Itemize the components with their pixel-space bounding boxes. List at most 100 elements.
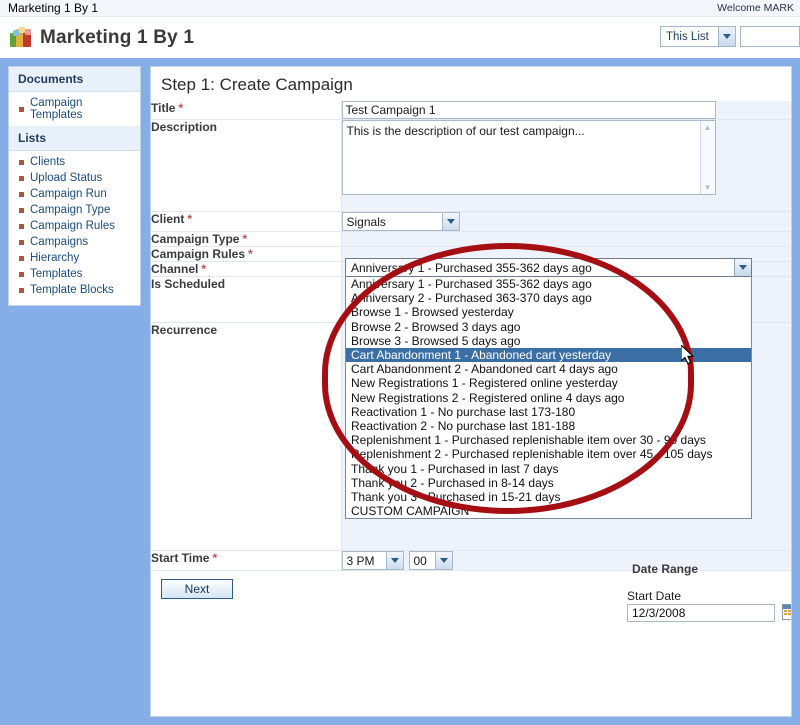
sidebar-item-hierarchy[interactable]: Hierarchy xyxy=(9,250,140,266)
dropdown-option[interactable]: Reactivation 1 - No purchase last 173-18… xyxy=(346,405,751,419)
description-label-cell: Description xyxy=(151,119,342,212)
step-title: Step 1: Create Campaign xyxy=(161,75,353,94)
dropdown-option[interactable]: Cart Abandonment 2 - Abandoned cart 4 da… xyxy=(346,362,751,376)
sidebar-item-campaign-templates[interactable]: Campaign Templates xyxy=(9,95,140,123)
bullet-icon xyxy=(19,255,24,261)
chevron-down-icon[interactable] xyxy=(441,213,459,230)
start-time-minute-select[interactable]: 00 xyxy=(408,551,453,570)
search-area: This List xyxy=(660,26,800,47)
sidebar-item-upload-status[interactable]: Upload Status xyxy=(9,170,140,186)
campaign-type-option-list[interactable]: Anniversary 1 - Purchased 355-362 days a… xyxy=(345,277,752,520)
dropdown-option[interactable]: Browse 3 - Browsed 5 days ago xyxy=(346,334,751,348)
client-select-value: Signals xyxy=(346,214,386,229)
sidebar-group-lists: Lists xyxy=(9,126,140,151)
chevron-down-icon[interactable] xyxy=(718,27,735,46)
campaign-type-label: Campaign Type xyxy=(151,232,240,246)
campaign-type-dropdown[interactable]: Anniversary 1 - Purchased 355-362 days a… xyxy=(345,258,752,520)
scroll-up-icon[interactable]: ▲ xyxy=(704,123,712,132)
description-label: Description xyxy=(151,120,218,134)
form-row-description: Description This is the description of o… xyxy=(151,119,791,212)
recurrence-label: Recurrence xyxy=(151,323,218,337)
page-title: Marketing 1 By 1 xyxy=(40,26,195,48)
sidebar-item-label: Campaign Templates xyxy=(30,97,83,121)
sidebar-item-template-blocks[interactable]: Template Blocks xyxy=(9,282,140,298)
start-time-label: Start Time xyxy=(151,551,210,565)
bullet-icon xyxy=(19,191,24,197)
bullet-icon xyxy=(19,207,24,213)
title-input[interactable]: Test Campaign 1 xyxy=(341,101,716,119)
dropdown-option[interactable]: Reactivation 2 - No purchase last 181-18… xyxy=(346,419,751,433)
sidebar-item-label: Hierarchy xyxy=(30,252,80,264)
chevron-down-icon[interactable] xyxy=(385,552,403,569)
dropdown-option[interactable]: Thank you 2 - Purchased in 8-14 days xyxy=(346,476,751,490)
campaign-rules-label-cell: Campaign Rules * xyxy=(151,246,342,262)
sidebar-item-campaign-rules[interactable]: Campaign Rules xyxy=(9,218,140,234)
description-text: This is the description of our test camp… xyxy=(346,124,585,138)
date-range-title: Date Range xyxy=(632,562,699,576)
dropdown-option[interactable]: New Registrations 1 - Registered online … xyxy=(346,376,751,390)
chevron-down-icon[interactable] xyxy=(434,552,452,569)
campaign-type-select[interactable]: Anniversary 1 - Purchased 355-362 days a… xyxy=(345,258,752,277)
calendar-icon[interactable] xyxy=(782,604,791,620)
dropdown-option[interactable]: Browse 2 - Browsed 3 days ago xyxy=(346,320,751,334)
sidebar-group-documents: Documents xyxy=(9,67,140,92)
sidebar-item-clients[interactable]: Clients xyxy=(9,154,140,170)
sidebar-item-templates[interactable]: Templates xyxy=(9,266,140,282)
textarea-scrollbar[interactable]: ▲ ▼ xyxy=(699,121,715,194)
sidebar-item-campaign-run[interactable]: Campaign Run xyxy=(9,186,140,202)
dropdown-option[interactable]: Anniversary 1 - Purchased 355-362 days a… xyxy=(346,277,751,291)
bullet-icon xyxy=(19,159,24,165)
sidebar-item-label: Clients xyxy=(30,156,66,168)
dropdown-option[interactable]: Thank you 3 - Purchased in 15-21 days xyxy=(346,490,751,504)
search-scope-select[interactable]: This List xyxy=(660,26,736,47)
start-time-field-cell: 3 PM 00 xyxy=(341,550,791,571)
sidebar-item-label: Template Blocks xyxy=(30,284,114,296)
sidebar-list-lists: Clients Upload Status Campaign Run Campa… xyxy=(9,151,140,301)
campaign-type-field-cell xyxy=(341,231,791,247)
dropdown-option[interactable]: New Registrations 2 - Registered online … xyxy=(346,391,751,405)
dropdown-option[interactable]: Replenishment 2 - Purchased replenishabl… xyxy=(346,447,751,461)
site-title-band: Marketing 1 By 1 This List xyxy=(0,17,800,58)
chevron-down-icon[interactable] xyxy=(734,259,751,276)
breadcrumb[interactable]: Marketing 1 By 1 xyxy=(8,1,98,15)
bullet-icon xyxy=(19,175,24,181)
is-scheduled-label-cell: Is Scheduled xyxy=(151,276,342,323)
sidebar-item-campaign-type[interactable]: Campaign Type xyxy=(9,202,140,218)
sidebar-item-label: Templates xyxy=(30,268,83,280)
start-time-hour-select[interactable]: 3 PM xyxy=(341,551,404,570)
welcome-user-label: Welcome MARK xyxy=(717,2,794,14)
channel-label: Channel xyxy=(151,262,199,276)
required-marker: * xyxy=(248,247,253,261)
breadcrumb-bar: Marketing 1 By 1 Welcome MARK xyxy=(0,0,800,17)
start-time-minute-value: 00 xyxy=(413,553,427,568)
required-marker: * xyxy=(187,212,193,226)
dropdown-option[interactable]: Thank you 1 - Purchased in last 7 days xyxy=(346,462,751,476)
start-time-label-cell: Start Time * xyxy=(151,550,342,571)
search-scope-value: This List xyxy=(666,30,709,43)
scroll-down-icon[interactable]: ▼ xyxy=(704,183,712,192)
title-field-cell: Test Campaign 1 xyxy=(341,101,791,120)
sidebar-item-campaigns[interactable]: Campaigns xyxy=(9,234,140,250)
sidebar-list-documents: Campaign Templates xyxy=(9,92,140,126)
campaign-rules-label: Campaign Rules xyxy=(151,247,246,261)
dropdown-option[interactable]: Anniversary 2 - Purchased 363-370 days a… xyxy=(346,291,751,305)
sidebar-item-label: Campaign Type xyxy=(30,204,111,216)
title-label-cell: Title * xyxy=(151,101,342,120)
dropdown-option[interactable]: Browse 1 - Browsed yesterday xyxy=(346,305,751,319)
channel-label-cell: Channel * xyxy=(151,261,342,277)
dropdown-option-highlighted[interactable]: Cart Abandonment 1 - Abandoned cart yest… xyxy=(346,348,751,363)
required-marker: * xyxy=(212,551,218,565)
next-button[interactable]: Next xyxy=(161,579,233,599)
required-marker: * xyxy=(178,101,184,115)
client-select[interactable]: Signals xyxy=(341,212,460,231)
search-input[interactable] xyxy=(740,26,800,47)
start-date-label: Start Date xyxy=(627,589,682,603)
dropdown-option[interactable]: Replenishment 1 - Purchased replenishabl… xyxy=(346,433,751,447)
description-field-cell: This is the description of our test camp… xyxy=(341,119,791,212)
dropdown-option[interactable]: CUSTOM CAMPAIGN xyxy=(346,504,751,518)
sidebar-item-label: Upload Status xyxy=(30,172,103,184)
description-textarea[interactable]: This is the description of our test camp… xyxy=(341,120,716,195)
start-time-hour-value: 3 PM xyxy=(346,553,375,568)
quick-launch-sidebar: Documents Campaign Templates Lists Clien… xyxy=(8,66,141,306)
start-date-input[interactable]: 12/3/2008 xyxy=(627,604,775,622)
